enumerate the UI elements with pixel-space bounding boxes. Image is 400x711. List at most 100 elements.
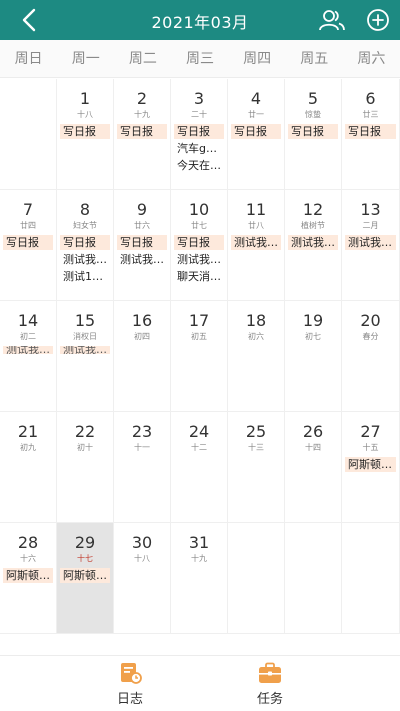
day-cell[interactable]: 3 二十 写日报 汽车g… 今天在… (171, 79, 228, 190)
event-tag[interactable]: 阿斯顿… (60, 568, 110, 583)
day-number: 19 (302, 311, 324, 330)
lunar-date: 初六 (248, 332, 264, 341)
day-cell[interactable]: 26 十四 (285, 412, 342, 523)
day-cell[interactable]: 11 廿八 测试我… (228, 190, 285, 301)
event-tag[interactable]: 测试我… (231, 235, 281, 250)
day-cell[interactable]: 19 初七 (285, 301, 342, 412)
day-number: 5 (307, 89, 319, 108)
event-tag[interactable]: 测试我… (288, 235, 338, 250)
event-tag[interactable]: 测试我… (60, 346, 110, 354)
day-cell[interactable]: 2 十九 写日报 (114, 79, 171, 190)
day-number: 12 (302, 200, 324, 219)
event-tag[interactable]: 写日报 (3, 235, 53, 250)
lunar-date: 植树节 (301, 221, 325, 230)
event-tag[interactable]: 写日报 (231, 124, 281, 139)
day-cell[interactable]: 30 十八 (114, 523, 171, 634)
lunar-date: 廿七 (191, 221, 207, 230)
lunar-date: 廿三 (362, 110, 379, 119)
day-cell[interactable]: 25 十三 (228, 412, 285, 523)
day-number: 24 (188, 422, 210, 441)
empty-day-cell (285, 523, 342, 634)
day-number: 31 (188, 533, 210, 552)
day-cell[interactable]: 24 十二 (171, 412, 228, 523)
event-tag[interactable]: 阿斯顿… (3, 568, 53, 583)
weekday-sun: 周日 (14, 51, 43, 67)
day-number: 23 (131, 422, 153, 441)
lunar-date: 十八 (134, 554, 150, 563)
day-cell[interactable]: 31 十九 (171, 523, 228, 634)
day-number: 9 (136, 200, 148, 219)
event-tag[interactable]: 测试1… (60, 269, 110, 284)
event-tag[interactable]: 写日报 (60, 124, 110, 139)
event-tag[interactable]: 测试我… (3, 346, 53, 354)
day-cell[interactable]: 17 初五 (171, 301, 228, 412)
day-number: 20 (360, 311, 381, 330)
day-number: 25 (245, 422, 267, 441)
tab-log[interactable]: 日志 (100, 662, 160, 707)
event-tag[interactable]: 今天在… (174, 158, 224, 173)
add-circle-icon[interactable] (366, 8, 390, 32)
event-tag[interactable]: 写日报 (345, 124, 396, 139)
event-tag[interactable]: 测试我… (60, 252, 110, 267)
event-tag[interactable]: 写日报 (117, 235, 167, 250)
day-cell[interactable]: 29 十七 阿斯顿… (57, 523, 114, 634)
lunar-date: 妇女节 (73, 221, 97, 230)
event-tag[interactable]: 测试我… (117, 252, 167, 267)
lunar-date: 廿四 (20, 221, 36, 230)
event-tag[interactable]: 汽车g… (174, 141, 224, 156)
calendar-grid: 1 十八 写日报 2 十九 写日报 3 二十 写日报 汽车g… 今天在… 4 廿一 写日报 5 惊蛰 写日报 6 廿… (0, 79, 400, 634)
day-cell[interactable]: 1 十八 写日报 (57, 79, 114, 190)
event-tag[interactable]: 写日报 (60, 235, 110, 250)
day-number: 10 (188, 200, 210, 219)
day-cell[interactable]: 15 消权日 测试我… (57, 301, 114, 412)
weekday-mon: 周一 (71, 51, 100, 67)
day-cell[interactable]: 9 廿六 写日报 测试我… (114, 190, 171, 301)
event-tag[interactable]: 阿斯顿… (345, 457, 396, 472)
day-cell[interactable]: 10 廿七写日报测试我… 聊天消… (171, 190, 228, 301)
day-cell[interactable]: 28 十六 阿斯顿… (0, 523, 57, 634)
day-cell[interactable]: 22 初十 (57, 412, 114, 523)
lunar-date: 二十 (191, 110, 207, 119)
event-tag[interactable]: 写日报 (174, 235, 224, 250)
event-tag[interactable]: 测试我… (345, 235, 396, 250)
lunar-date: 十四 (305, 443, 321, 452)
day-number: 6 (365, 89, 376, 108)
day-number: 15 (74, 311, 96, 330)
day-number: 30 (131, 533, 153, 552)
tab-log-label: 日志 (116, 692, 143, 707)
day-number: 13 (360, 200, 381, 219)
day-cell[interactable]: 12 植树节测试我… (285, 190, 342, 301)
day-cell[interactable]: 7 廿四写日报 (0, 190, 57, 301)
day-cell[interactable]: 4 廿一写日报 (228, 79, 285, 190)
weekday-wed: 周三 (185, 51, 214, 67)
tab-task[interactable]: 任务 (240, 662, 300, 707)
event-tag[interactable]: 聊天消… (174, 269, 224, 284)
day-cell[interactable]: 20 春分 (342, 301, 400, 412)
lunar-date: 十九 (134, 110, 150, 119)
event-tag[interactable]: 写日报 (117, 124, 167, 139)
day-cell[interactable]: 18 初六 (228, 301, 285, 412)
day-cell[interactable]: 27 十五 阿斯顿… (342, 412, 400, 523)
day-cell[interactable]: 5 惊蛰 写日报 (285, 79, 342, 190)
briefcase-icon (259, 662, 281, 683)
lunar-date: 初五 (191, 332, 207, 341)
day-cell[interactable]: 6 廿三写日报 (342, 79, 400, 190)
day-cell[interactable]: 8 妇女节 写日报 测试我… 测试1… (57, 190, 114, 301)
day-number: 4 (250, 89, 262, 108)
day-cell[interactable]: 23 十一 (114, 412, 171, 523)
day-number: 18 (245, 311, 267, 330)
day-number: 7 (22, 200, 34, 219)
lunar-date: 廿一 (248, 110, 264, 119)
lunar-date: 初九 (20, 443, 36, 452)
day-cell[interactable]: 16 初四 (114, 301, 171, 412)
day-cell[interactable]: 21 初九 (0, 412, 57, 523)
weekday-sat: 周六 (357, 51, 386, 67)
weekday-thu: 周四 (243, 51, 272, 67)
event-tag[interactable]: 写日报 (288, 124, 338, 139)
day-cell[interactable]: 13 二月 测试我… (342, 190, 400, 301)
day-cell[interactable]: 14 初二 测试我… (0, 301, 57, 412)
day-number: 29 (74, 533, 96, 552)
event-tag[interactable]: 写日报 (174, 124, 224, 139)
people-icon[interactable] (318, 7, 346, 33)
event-tag[interactable]: 测试我… (174, 252, 224, 267)
